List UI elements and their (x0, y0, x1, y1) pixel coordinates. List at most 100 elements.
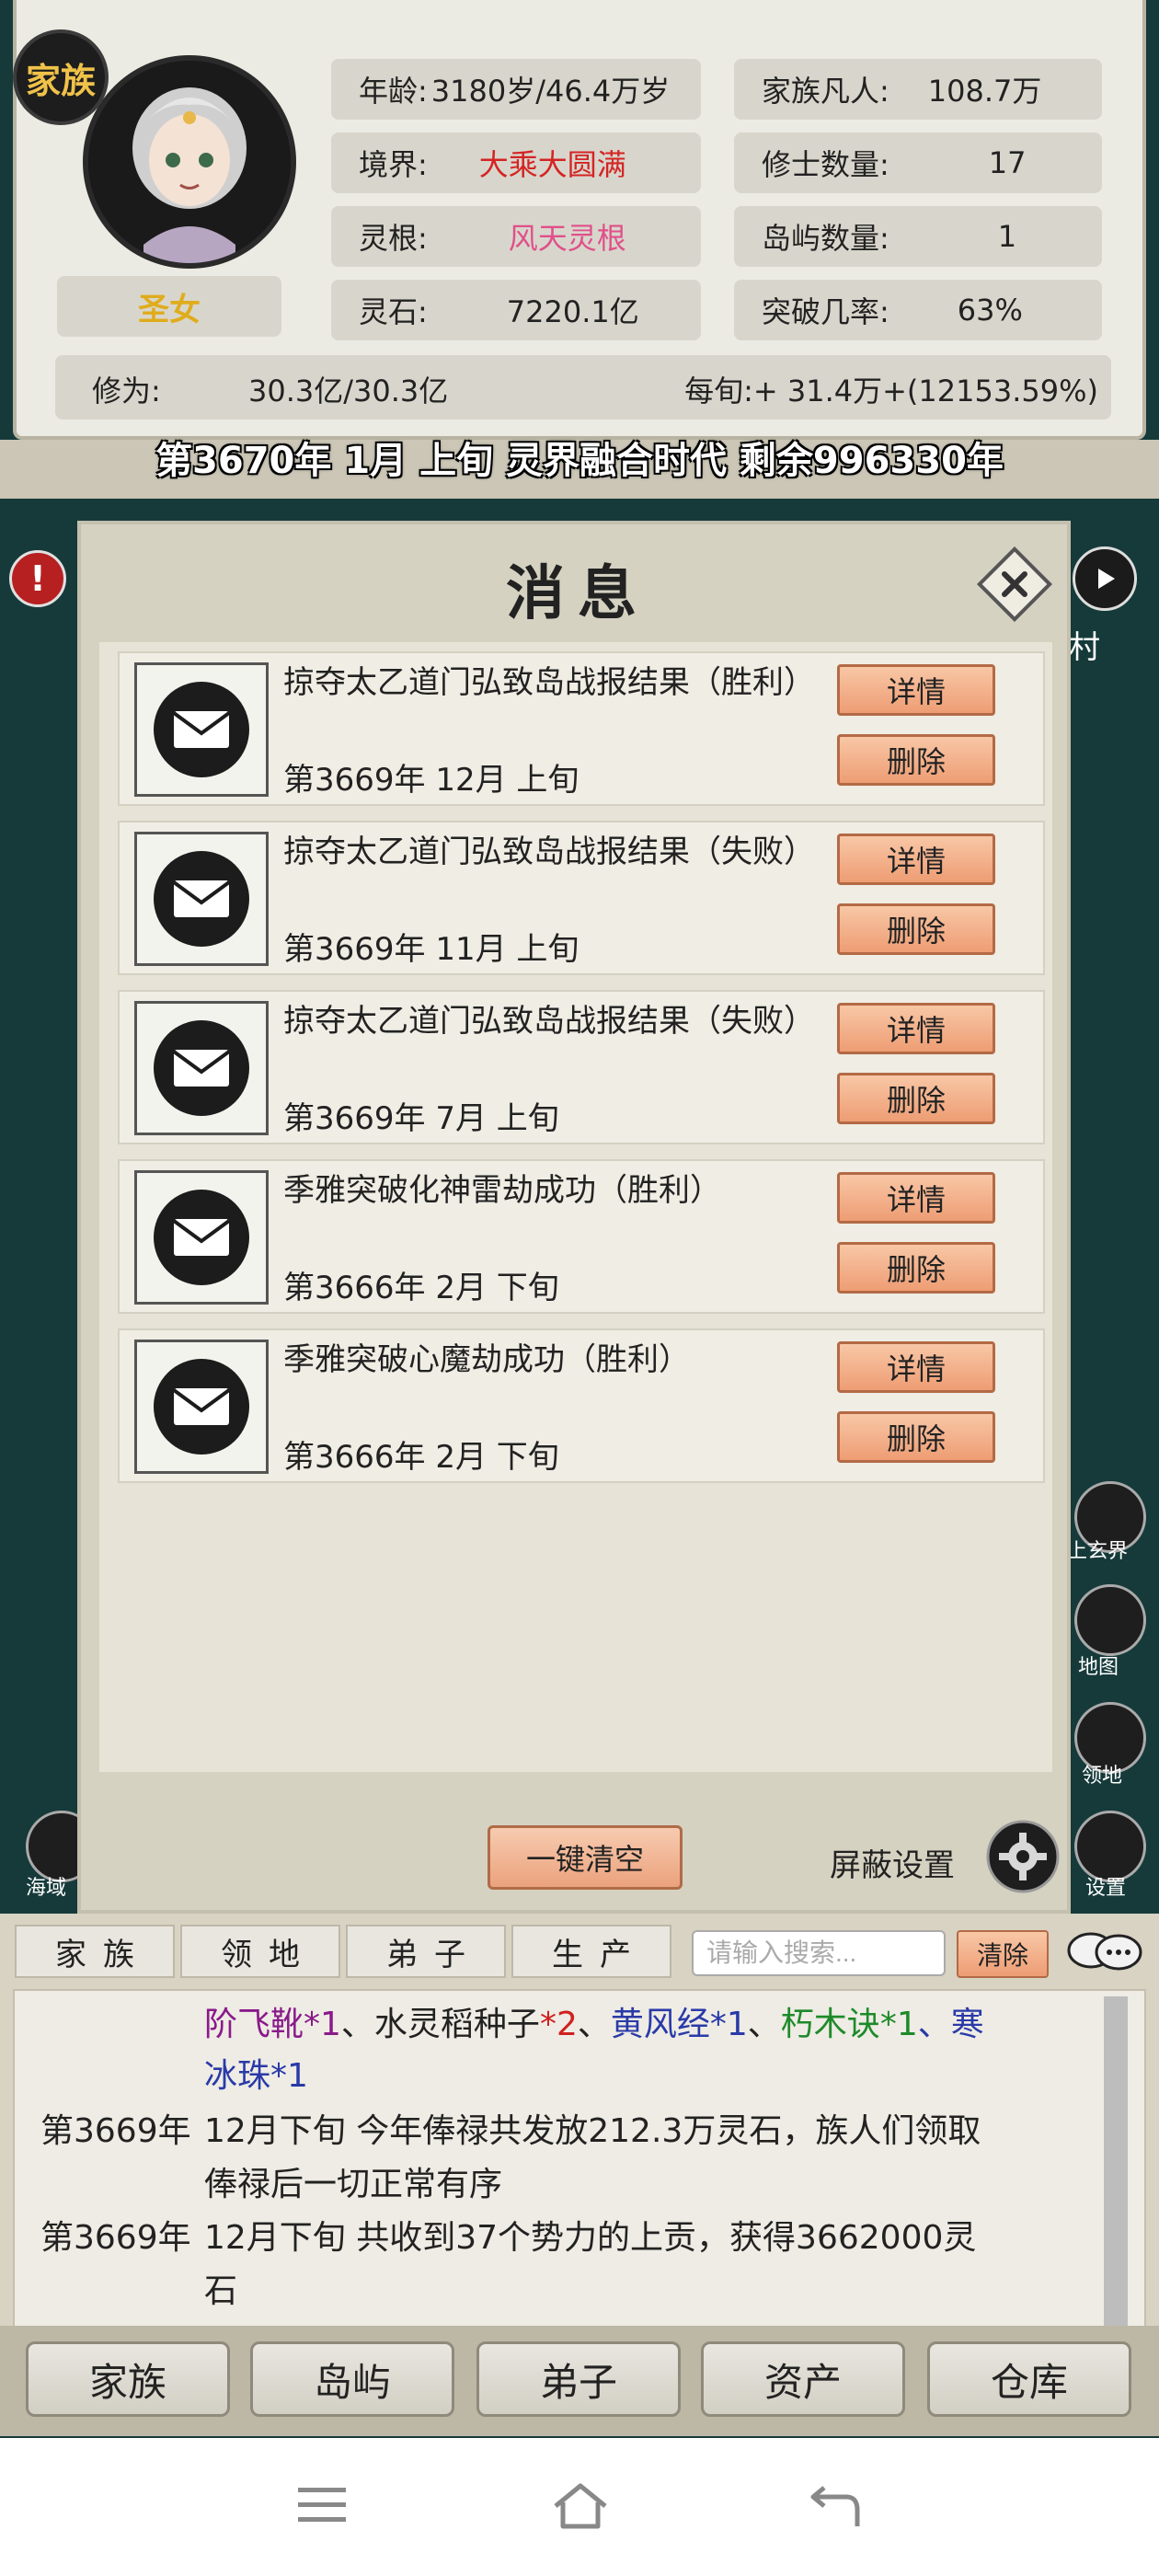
map-icon[interactable] (1074, 1584, 1146, 1656)
message-date: 第3669年 7月 上旬 (283, 1100, 559, 1137)
tab-family[interactable]: 家族 (15, 1925, 175, 1978)
islands-value: 1 (997, 219, 1017, 254)
age-label: 年龄: (359, 74, 428, 109)
log-item-part: *2 (539, 2006, 578, 2043)
home-icon[interactable] (548, 2478, 613, 2534)
age-value: 3180岁/46.4万岁 (430, 74, 671, 109)
root-label: 灵根: (359, 221, 428, 256)
message-date: 第3669年 11月 上旬 (283, 931, 580, 968)
detail-button[interactable]: 详情 (837, 1172, 995, 1224)
mortals-value: 108.7万 (927, 74, 1042, 109)
log-item-part: 黄风经 (610, 2006, 710, 2043)
message-title: 季雅突破化神雷劫成功（胜利） (283, 1172, 721, 1209)
land-label: 领地 (1082, 1765, 1123, 1788)
message-item[interactable]: 掠夺太乙道门弘致岛战报结果（胜利） 第3669年 12月 上旬 详情 删除 (118, 651, 1045, 806)
log-item-part: *1 (879, 2006, 918, 2043)
message-dialog: 消息 掠夺太乙道门弘致岛战报结果（胜利） 第3669年 12月 上旬 详情 删除… (77, 521, 1071, 1914)
log-panel: 家族 领地 弟子 生产 清除 阶飞靴*1、水灵稻种子*2、黄风经*1、朽木诀*1… (0, 1914, 1159, 2388)
sea-label: 海域 (26, 1877, 67, 1900)
stones-label: 灵石: (359, 294, 428, 329)
message-date: 第3666年 2月 下旬 (283, 1270, 559, 1306)
realm-label: 境界: (359, 147, 428, 182)
stat-age: 年龄: 3180岁/46.4万岁 (331, 59, 701, 120)
detail-button[interactable]: 详情 (837, 1003, 995, 1054)
delete-button[interactable]: 删除 (837, 1073, 995, 1124)
play-icon[interactable] (1073, 546, 1137, 611)
cultivators-value: 17 (988, 145, 1027, 180)
detail-button[interactable]: 详情 (837, 834, 995, 885)
log-items-line: 阶飞靴*1、水灵稻种子*2、黄风经*1、朽木诀*1、寒 (204, 1998, 984, 2052)
clear-log-button[interactable]: 清除 (957, 1930, 1049, 1978)
message-item[interactable]: 掠夺太乙道门弘致岛战报结果（失败） 第3669年 11月 上旬 详情 删除 (118, 821, 1045, 975)
chat-bubbles-icon[interactable] (1063, 1928, 1146, 1974)
delete-button[interactable]: 删除 (837, 1242, 995, 1294)
alert-icon[interactable]: ! (9, 550, 66, 607)
envelope-icon (134, 1170, 269, 1305)
nav-disciples[interactable]: 弟子 (476, 2341, 681, 2417)
nav-islands[interactable]: 岛屿 (250, 2341, 454, 2417)
block-settings-label[interactable]: 屏蔽设置 (830, 1840, 955, 1885)
stat-breakthrough: 突破几率: 63% (734, 280, 1102, 340)
family-badge[interactable]: 家族 (13, 29, 109, 125)
envelope-icon (134, 662, 269, 797)
clear-all-button[interactable]: 一键清空 (488, 1825, 683, 1890)
cultivators-label: 修士数量: (762, 147, 889, 182)
avatar-portrait-icon (88, 61, 291, 263)
message-date: 第3666年 2月 下旬 (283, 1439, 559, 1476)
message-title: 掠夺太乙道门弘致岛战报结果（胜利） (283, 664, 815, 701)
tab-territory[interactable]: 领地 (180, 1925, 340, 1978)
envelope-icon (134, 832, 269, 966)
close-button[interactable] (973, 543, 1056, 626)
character-title: 圣女 (57, 276, 281, 337)
upper-realm-label: 上玄界 (1067, 1540, 1129, 1563)
message-item[interactable]: 季雅突破化神雷劫成功（胜利） 第3666年 2月 下旬 详情 删除 (118, 1159, 1045, 1314)
stat-islands: 岛屿数量: 1 (734, 206, 1102, 267)
log-item-part: 、水灵稻种子 (340, 2006, 540, 2043)
message-list[interactable]: 掠夺太乙道门弘致岛战报结果（胜利） 第3669年 12月 上旬 详情 删除 掠夺… (99, 642, 1052, 1772)
message-title: 掠夺太乙道门弘致岛战报结果（失败） (283, 1003, 815, 1040)
search-input[interactable] (692, 1930, 946, 1976)
message-item[interactable]: 掠夺太乙道门弘致岛战报结果（失败） 第3669年 7月 上旬 详情 删除 (118, 990, 1045, 1144)
avatar[interactable] (83, 55, 296, 269)
log-item-part: 阶飞靴 (204, 2006, 304, 2043)
gear-icon[interactable] (986, 1820, 1060, 1893)
cultivation-bar: 修为: 30.3亿/30.3亿 每旬:+ 31.4万+(12153.59%) (55, 355, 1111, 420)
delete-button[interactable]: 删除 (837, 903, 995, 955)
detail-button[interactable]: 详情 (837, 1341, 995, 1393)
back-icon[interactable] (806, 2478, 865, 2534)
game-date: 第3670年 1月 上旬 灵界融合时代 剩余996330年 (155, 440, 1004, 482)
breakthrough-label: 突破几率: (762, 294, 889, 329)
tab-disciples[interactable]: 弟子 (346, 1925, 506, 1978)
log-items-line-2: 冰珠*1 (204, 2057, 308, 2095)
log-item-part: 朽木诀 (780, 2006, 880, 2043)
menu-icon[interactable] (294, 2480, 350, 2530)
delete-button[interactable]: 删除 (837, 1411, 995, 1463)
envelope-icon (134, 1001, 269, 1135)
map-label: 地图 (1078, 1656, 1119, 1679)
islands-label: 岛屿数量: (762, 221, 889, 256)
log-item-part: 、寒 (917, 2006, 984, 2043)
tab-production[interactable]: 生产 (511, 1925, 671, 1978)
message-item[interactable]: 季雅突破心魔劫成功（胜利） 第3666年 2月 下旬 详情 删除 (118, 1328, 1045, 1483)
log-item-part: *1 (709, 2006, 748, 2043)
cultivation-value: 30.3亿/30.3亿 (248, 374, 449, 408)
stat-cultivators: 修士数量: 17 (734, 132, 1102, 193)
stat-mortals: 家族凡人: 108.7万 (734, 59, 1102, 120)
dialog-title: 消息 (506, 559, 649, 628)
message-title: 季雅突破心魔劫成功（胜利） (283, 1341, 690, 1378)
log-entry-year: 第3669年 (40, 2112, 191, 2150)
delete-button[interactable]: 删除 (837, 734, 995, 786)
detail-button[interactable]: 详情 (837, 664, 995, 716)
mortals-label: 家族凡人: (762, 74, 889, 109)
log-entry-text-cont: 俸禄后一切正常有序 (204, 2166, 503, 2203)
log-scrollbar[interactable] (1104, 1996, 1128, 2381)
cultivation-label: 修为: (92, 374, 161, 408)
system-nav-bar (0, 2438, 1159, 2576)
nav-assets[interactable]: 资产 (701, 2341, 905, 2417)
root-value: 风天灵根 (508, 221, 626, 256)
nav-family[interactable]: 家族 (26, 2341, 230, 2417)
nav-warehouse[interactable]: 仓库 (927, 2341, 1131, 2417)
stat-realm: 境界: 大乘大圆满 (331, 132, 701, 193)
realm-value: 大乘大圆满 (478, 147, 626, 182)
log-item-part: 、 (747, 2006, 781, 2043)
